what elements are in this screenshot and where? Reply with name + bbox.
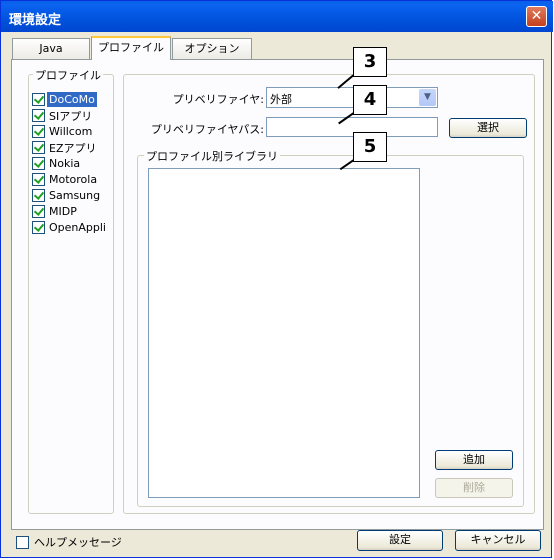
checkbox-ez-appli[interactable]	[32, 141, 45, 154]
profile-item-willcom[interactable]: Willcom	[32, 124, 94, 139]
profile-label: Nokia	[49, 157, 81, 170]
checkbox-willcom[interactable]	[32, 125, 45, 138]
profile-item-si-appli[interactable]: SIアプリ	[32, 108, 94, 123]
profile-item-nokia[interactable]: Nokia	[32, 156, 82, 171]
profile-group: プロファイル DoCoMo SIアプリ Willcom EZアプリ Nokia …	[28, 67, 114, 514]
dialog-body: Java プロファイル オプション プロファイル DoCoMo SIアプリ Wi…	[4, 32, 550, 556]
preverifier-label: プリベリファイヤ:	[172, 93, 264, 106]
checkbox-samsung[interactable]	[32, 189, 45, 202]
profile-label: SIアプリ	[49, 109, 93, 123]
chevron-down-icon[interactable]: ▼	[419, 89, 436, 106]
checkbox-si-appli[interactable]	[32, 109, 45, 122]
help-message-toggle[interactable]: ヘルプメッセージ	[16, 534, 122, 550]
title-bar[interactable]: 環境設定 ✕	[1, 1, 553, 32]
profile-item-ez-appli[interactable]: EZアプリ	[32, 140, 99, 155]
settings-dialog: 環境設定 ✕ Java プロファイル オプション プロファイル DoCoMo S…	[0, 0, 553, 558]
checkbox-openappli[interactable]	[32, 221, 45, 234]
ok-button[interactable]: 設定	[357, 530, 443, 551]
profile-label: Samsung	[49, 189, 101, 202]
library-group: プロファイル別ライブラリ 追加 削除	[137, 148, 524, 507]
preverifier-select-value: 外部	[270, 93, 292, 106]
help-message-label: ヘルプメッセージ	[34, 536, 122, 549]
checkbox-midp[interactable]	[32, 205, 45, 218]
library-group-label: プロファイル別ライブラリ	[144, 148, 280, 164]
callout-3: 3	[353, 47, 387, 77]
library-list[interactable]	[148, 168, 420, 498]
profile-label: Motorola	[49, 173, 98, 186]
profile-group-label: プロファイル	[33, 67, 103, 83]
tab-java[interactable]: Java	[12, 38, 90, 59]
profile-item-midp[interactable]: MIDP	[32, 204, 79, 219]
remove-library-button[interactable]: 削除	[435, 478, 513, 498]
profile-label: DoCoMo	[47, 92, 97, 107]
checkbox-motorola[interactable]	[32, 173, 45, 186]
tab-options[interactable]: オプション	[172, 38, 252, 59]
help-message-checkbox[interactable]	[16, 535, 29, 549]
profile-label: Willcom	[49, 125, 93, 138]
profile-item-motorola[interactable]: Motorola	[32, 172, 99, 187]
profile-label: EZアプリ	[49, 141, 97, 155]
profile-settings-panel: プリベリファイヤ: 外部 ▼ プリベリファイヤパス: 選択 プロファイル別ライブ…	[123, 74, 535, 514]
preverifier-select[interactable]: 外部 ▼	[266, 87, 438, 108]
checkbox-docomo[interactable]	[32, 93, 45, 106]
add-library-button[interactable]: 追加	[435, 450, 513, 470]
tab-profile[interactable]: プロファイル	[91, 36, 171, 60]
checkbox-nokia[interactable]	[32, 157, 45, 170]
callout-5: 5	[353, 132, 387, 162]
profile-item-openappli[interactable]: OpenAppli	[32, 220, 108, 235]
profile-tab-panel: プロファイル DoCoMo SIアプリ Willcom EZアプリ Nokia …	[11, 59, 544, 530]
profile-item-docomo[interactable]: DoCoMo	[32, 92, 97, 107]
profile-label: MIDP	[49, 205, 77, 218]
cancel-button[interactable]: キャンセル	[455, 530, 541, 551]
preverifier-path-input[interactable]	[266, 117, 438, 137]
callout-4: 4	[353, 85, 387, 115]
preverifier-path-label: プリベリファイヤパス:	[150, 123, 264, 136]
close-button[interactable]: ✕	[526, 6, 547, 27]
profile-item-samsung[interactable]: Samsung	[32, 188, 102, 203]
browse-button[interactable]: 選択	[449, 118, 527, 138]
window-title: 環境設定	[9, 13, 62, 28]
profile-label: OpenAppli	[49, 221, 106, 234]
